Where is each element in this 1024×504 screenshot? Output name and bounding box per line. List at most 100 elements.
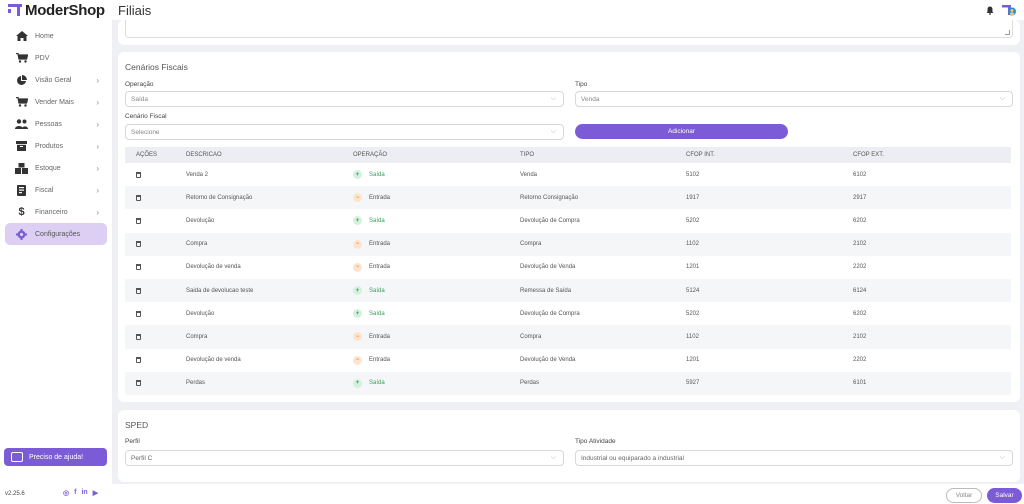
- row-operacao: − Entrada: [353, 239, 390, 249]
- row-cfop-int: 1917: [686, 194, 700, 201]
- tipo-atividade-select[interactable]: Industrial ou equiparado a industrial ⌵: [575, 450, 1013, 466]
- table-row: Saida de devolucao teste + Saída Remessa de…: [125, 278, 1011, 303]
- bell-icon[interactable]: [986, 6, 994, 15]
- sidebar-item-label: Estoque: [35, 164, 61, 172]
- table-row: Devolução + Saída Devolução de Compra 5202 62…: [125, 302, 1011, 325]
- row-operacao: − Entrada: [353, 262, 391, 272]
- plus-circle-icon: +: [353, 170, 362, 180]
- instagram-icon[interactable]: ◎: [63, 489, 69, 497]
- row-descricao: Devolução de venda: [186, 264, 241, 271]
- sidebar-item-pdv[interactable]: PDV: [5, 47, 107, 69]
- delete-icon[interactable]: [136, 217, 141, 224]
- row-tipo: Compra: [520, 333, 542, 340]
- sidebar-item-configuracoes[interactable]: Configurações: [5, 223, 107, 245]
- row-descricao: Devolução: [186, 217, 215, 224]
- row-cfop-ext: 6101: [853, 380, 867, 387]
- minus-circle-icon: −: [353, 193, 362, 203]
- chevron-down-icon: ⌵: [550, 454, 556, 461]
- sidebar-item-fiscal[interactable]: Fiscal ›: [5, 179, 107, 201]
- row-operacao-label: Saída: [369, 287, 385, 294]
- row-operacao-label: Saída: [369, 171, 385, 178]
- row-descricao: Compra: [186, 241, 208, 248]
- row-operacao-label: Entrada: [369, 264, 391, 271]
- boxes-icon: [15, 162, 28, 174]
- sidebar-item-financeiro[interactable]: $ Financeiro ›: [5, 201, 107, 223]
- tipo-select[interactable]: Venda ⌵: [575, 91, 1013, 107]
- column-header: AÇÕES: [136, 152, 158, 158]
- document-icon: [15, 184, 28, 196]
- linkedin-icon[interactable]: in: [81, 489, 87, 497]
- column-header: OPERAÇÃO: [353, 152, 388, 158]
- cenario-label: Cenário Fiscal: [125, 113, 167, 120]
- sidebar-item-label: Vender Mais: [35, 98, 74, 106]
- row-tipo: Venda: [520, 171, 538, 178]
- row-cfop-int: 1102: [686, 333, 699, 340]
- logo[interactable]: ModerShop: [0, 2, 112, 19]
- row-cfop-int: 1201: [686, 264, 700, 271]
- back-button[interactable]: Voltar: [946, 488, 982, 503]
- sidebar-item-vender-mais[interactable]: Vender Mais ›: [5, 91, 107, 113]
- home-icon: [15, 31, 28, 42]
- row-tipo: Devolução de Venda: [520, 264, 576, 271]
- sidebar-item-produtos[interactable]: Produtos ›: [5, 135, 107, 157]
- chevron-down-icon: ⌵: [999, 454, 1005, 461]
- row-cfop-int: 1102: [686, 241, 699, 248]
- facebook-icon[interactable]: f: [74, 489, 76, 497]
- help-button[interactable]: Preciso de ajuda!: [4, 448, 107, 466]
- delete-icon[interactable]: [136, 333, 141, 340]
- table-row: Devolução de venda − Entrada Devolução de V…: [125, 256, 1011, 279]
- dollar-icon: $: [18, 206, 25, 218]
- tipo-label: Tipo: [575, 81, 588, 88]
- sidebar-item-estoque[interactable]: Estoque ›: [5, 157, 107, 179]
- delete-icon[interactable]: [136, 241, 141, 248]
- resize-handle-icon[interactable]: [1005, 30, 1010, 35]
- perfil-select[interactable]: Perfil C ⌵: [125, 450, 564, 466]
- row-descricao: Devolução de venda: [186, 357, 241, 364]
- table-row: Venda 2 + Saída Venda 5102 6102: [125, 163, 1011, 186]
- delete-icon[interactable]: [136, 264, 141, 271]
- save-button[interactable]: Salvar: [987, 488, 1022, 503]
- row-operacao: + Saída: [353, 216, 385, 226]
- sidebar-item-label: Home: [35, 32, 54, 40]
- delete-icon[interactable]: [136, 287, 141, 294]
- row-operacao-label: Saída: [369, 310, 385, 317]
- delete-icon[interactable]: [136, 310, 141, 317]
- minus-circle-icon: −: [353, 355, 362, 365]
- operacao-value: Saída: [131, 95, 148, 103]
- sidebar-item-label: Fiscal: [35, 186, 54, 194]
- row-cfop-ext: 6202: [853, 310, 867, 317]
- sidebar: Home PDV Visão Geral › Vender Mais › Pes…: [0, 20, 112, 504]
- chevron-right-icon: ›: [96, 207, 99, 217]
- delete-icon[interactable]: [136, 171, 141, 178]
- tipo-atividade-value: Industrial ou equiparado a industrial: [581, 454, 684, 462]
- sped-title: SPED: [125, 420, 149, 430]
- cenario-select[interactable]: Selecione ⌵: [125, 124, 564, 140]
- sidebar-item-label: PDV: [35, 54, 50, 62]
- row-cfop-int: 5927: [686, 380, 700, 387]
- fiscal-scenarios-card: Cenários Fiscais Operação Saída ⌵ Tipo V…: [118, 52, 1020, 402]
- row-operacao-label: Saída: [369, 380, 385, 387]
- sidebar-item-visao-geral[interactable]: Visão Geral ›: [5, 69, 107, 91]
- delete-icon[interactable]: [136, 194, 141, 201]
- row-operacao: + Saída: [353, 378, 385, 388]
- row-descricao: Devolução: [186, 310, 215, 317]
- delete-icon[interactable]: [136, 357, 141, 364]
- sidebar-item-home[interactable]: Home: [5, 25, 107, 47]
- row-cfop-int: 5124: [686, 287, 700, 294]
- row-operacao-label: Entrada: [369, 194, 391, 201]
- help-label: Preciso de ajuda!: [29, 453, 84, 461]
- chevron-right-icon: ›: [96, 185, 99, 195]
- delete-icon[interactable]: [136, 380, 141, 387]
- notes-textarea[interactable]: [125, 20, 1013, 38]
- operacao-select[interactable]: Saída ⌵: [125, 91, 564, 107]
- sidebar-item-pessoas[interactable]: Pessoas ›: [5, 113, 107, 135]
- perfil-label: Perfil: [125, 438, 140, 445]
- row-tipo: Devolução de Compra: [520, 310, 580, 317]
- add-button[interactable]: Adicionar: [575, 124, 788, 139]
- youtube-icon[interactable]: ▶: [93, 489, 98, 497]
- row-operacao: + Saída: [353, 309, 385, 319]
- row-tipo: Devolução de Venda: [520, 357, 576, 364]
- avatar[interactable]: [1002, 3, 1016, 17]
- row-cfop-ext: 2917: [853, 194, 867, 201]
- operacao-label: Operação: [125, 81, 154, 88]
